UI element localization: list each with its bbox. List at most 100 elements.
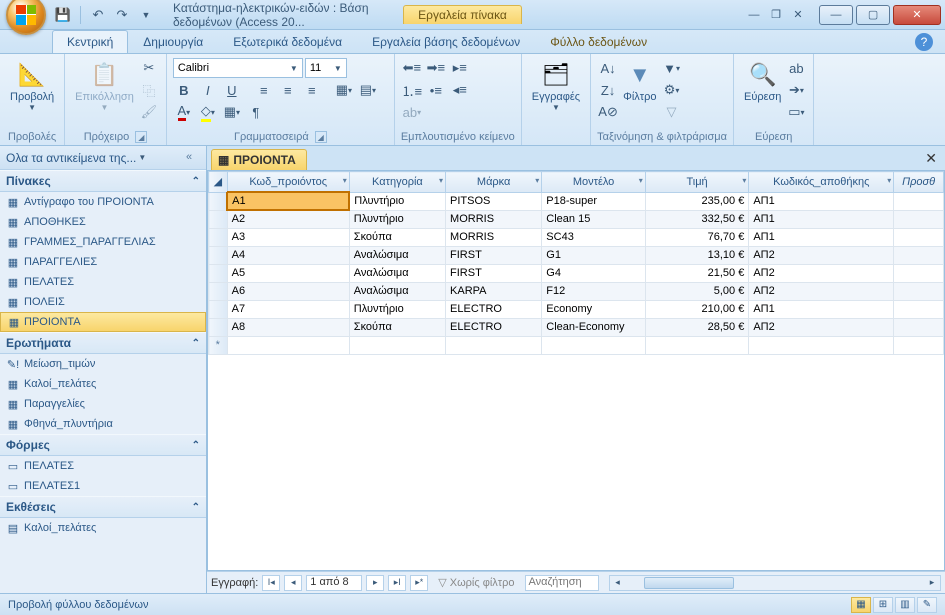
nav-item-query[interactable]: ▦Φθηνά_πλυντήρια — [0, 414, 206, 434]
data-cell[interactable]: Αναλώσιμα — [349, 264, 445, 282]
data-cell[interactable]: 28,50 € — [645, 318, 749, 336]
data-cell[interactable] — [645, 336, 749, 354]
redo-icon[interactable]: ↷ — [113, 6, 131, 24]
column-dropdown-icon[interactable]: ▾ — [439, 176, 443, 185]
data-cell[interactable]: 332,50 € — [645, 210, 749, 228]
data-cell[interactable]: ΑΠ1 — [749, 300, 894, 318]
data-cell[interactable]: Πλυντήριο — [349, 300, 445, 318]
column-header[interactable]: Κωδ_προιόντος▾ — [227, 172, 349, 193]
underline-icon[interactable]: U — [221, 79, 243, 101]
scroll-right-icon[interactable]: ▸ — [924, 576, 940, 590]
column-dropdown-icon[interactable]: ▾ — [535, 176, 539, 185]
data-cell[interactable]: ΑΠ2 — [749, 282, 894, 300]
increase-indent-icon[interactable]: ➡≡ — [425, 57, 447, 79]
qat-customize-icon[interactable]: ▼ — [137, 6, 155, 24]
toggle-filter-icon[interactable]: ▽ — [661, 101, 683, 123]
data-cell[interactable]: A7 — [227, 300, 349, 318]
nav-item-table[interactable]: ▦ΠΕΛΑΤΕΣ — [0, 272, 206, 292]
data-cell[interactable] — [894, 210, 944, 228]
table-row[interactable]: A8ΣκούπαELECTROClean-Economy28,50 €ΑΠ2 — [209, 318, 944, 336]
format-painter-icon[interactable]: 🖌 — [138, 101, 160, 123]
active-cell[interactable]: A1 — [227, 192, 349, 210]
nav-item-query[interactable]: ▦Παραγγελίες — [0, 394, 206, 414]
maximize-button[interactable]: ▢ — [856, 5, 890, 25]
data-cell[interactable]: P18-super — [542, 192, 646, 210]
select-icon[interactable]: ▭▾ — [785, 101, 807, 123]
dialog-launcher-icon[interactable]: ◢ — [315, 131, 327, 143]
data-cell[interactable]: ΑΠ1 — [749, 210, 894, 228]
scroll-thumb[interactable] — [644, 577, 734, 589]
datasheet-view-shortcut[interactable]: ▦ — [851, 597, 871, 613]
nav-item-report[interactable]: ▤Καλοί_πελάτες — [0, 518, 206, 538]
mdi-close-icon[interactable]: ✕ — [788, 7, 808, 23]
data-cell[interactable]: G1 — [542, 246, 646, 264]
data-cell[interactable]: MORRIS — [446, 210, 542, 228]
row-selector[interactable] — [209, 282, 228, 300]
nav-item-table[interactable]: ▦ΠΑΡΑΓΓΕΛΙΕΣ — [0, 252, 206, 272]
view-button[interactable]: 📐 Προβολή ▼ — [6, 57, 58, 114]
minimize-button[interactable]: — — [819, 5, 853, 25]
tab-create[interactable]: Δημιουργία — [128, 30, 218, 53]
data-cell[interactable]: KARPA — [446, 282, 542, 300]
row-selector[interactable] — [209, 192, 228, 210]
data-cell[interactable]: 76,70 € — [645, 228, 749, 246]
help-button[interactable]: ? — [915, 33, 933, 51]
nav-section-reports[interactable]: Εκθέσεις⌃ — [0, 496, 206, 518]
data-cell[interactable]: 5,00 € — [645, 282, 749, 300]
nav-item-query[interactable]: ▦Καλοί_πελάτες — [0, 374, 206, 394]
datasheet-grid[interactable]: ◢ Κωδ_προιόντος▾ Κατηγορία▾ Μάρκα▾ Μοντέ… — [207, 170, 945, 571]
data-cell[interactable]: 13,10 € — [645, 246, 749, 264]
fill-color-icon[interactable]: ◇▾ — [197, 101, 219, 123]
font-name-combo[interactable]: Calibri▼ — [173, 58, 303, 78]
nav-item-query[interactable]: ✎!Μείωση_τιμών — [0, 354, 206, 374]
data-cell[interactable]: F12 — [542, 282, 646, 300]
data-cell[interactable]: Clean-Economy — [542, 318, 646, 336]
column-dropdown-icon[interactable]: ▾ — [639, 176, 643, 185]
align-left-icon[interactable]: ≡ — [253, 79, 275, 101]
data-cell[interactable] — [894, 336, 944, 354]
find-button[interactable]: 🔍 Εύρεση — [740, 57, 785, 123]
new-record-indicator[interactable]: * — [209, 336, 228, 354]
mdi-restore-icon[interactable]: ❐ — [766, 7, 786, 23]
numbered-list-icon[interactable]: ⒈≡ — [401, 79, 423, 101]
row-selector[interactable] — [209, 300, 228, 318]
table-row[interactable]: A7ΠλυντήριοELECTROEconomy210,00 €ΑΠ1 — [209, 300, 944, 318]
data-cell[interactable] — [894, 282, 944, 300]
close-object-icon[interactable]: ✕ — [925, 150, 937, 167]
data-cell[interactable] — [894, 246, 944, 264]
data-cell[interactable]: ΑΠ1 — [749, 228, 894, 246]
data-cell[interactable]: ΑΠ2 — [749, 246, 894, 264]
nav-section-forms[interactable]: Φόρμες⌃ — [0, 434, 206, 456]
undo-icon[interactable]: ↶ — [89, 6, 107, 24]
column-header[interactable]: Τιμή▾ — [645, 172, 749, 193]
table-row[interactable]: A2ΠλυντήριοMORRISClean 15332,50 €ΑΠ1 — [209, 210, 944, 228]
column-header[interactable]: Μοντέλο▾ — [542, 172, 646, 193]
next-record-button[interactable]: ▸ — [366, 575, 384, 591]
data-cell[interactable]: MORRIS — [446, 228, 542, 246]
data-cell[interactable]: ΑΠ2 — [749, 264, 894, 282]
gridlines-icon[interactable]: ▦▾ — [333, 79, 355, 101]
data-cell[interactable]: FIRST — [446, 246, 542, 264]
decrease-indent-icon[interactable]: ⬅≡ — [401, 57, 423, 79]
nav-item-table[interactable]: ▦ΓΡΑΜΜΕΣ_ΠΑΡΑΓΓΕΛΙΑΣ — [0, 232, 206, 252]
pivot-chart-shortcut[interactable]: ▥ — [895, 597, 915, 613]
data-cell[interactable]: 235,00 € — [645, 192, 749, 210]
column-dropdown-icon[interactable]: ▾ — [887, 176, 891, 185]
first-record-button[interactable]: I◂ — [262, 575, 280, 591]
table-row[interactable]: A1 Πλυντήριο PITSOS P18-super 235,00 € Α… — [209, 192, 944, 210]
column-header[interactable]: Προσθ — [894, 172, 944, 193]
data-cell[interactable] — [894, 300, 944, 318]
row-selector[interactable] — [209, 228, 228, 246]
mdi-minimize-icon[interactable]: — — [744, 7, 764, 23]
data-cell[interactable]: SC43 — [542, 228, 646, 246]
data-cell[interactable]: Πλυντήριο — [349, 210, 445, 228]
data-cell[interactable]: ΑΠ2 — [749, 318, 894, 336]
highlight-icon[interactable]: ab▾ — [401, 101, 423, 123]
data-cell[interactable]: A4 — [227, 246, 349, 264]
record-position-input[interactable]: 1 από 8 — [306, 575, 362, 591]
data-cell[interactable]: G4 — [542, 264, 646, 282]
data-cell[interactable] — [894, 192, 944, 210]
bullet-list-icon[interactable]: •≡ — [425, 79, 447, 101]
data-cell[interactable] — [446, 336, 542, 354]
data-cell[interactable]: A2 — [227, 210, 349, 228]
